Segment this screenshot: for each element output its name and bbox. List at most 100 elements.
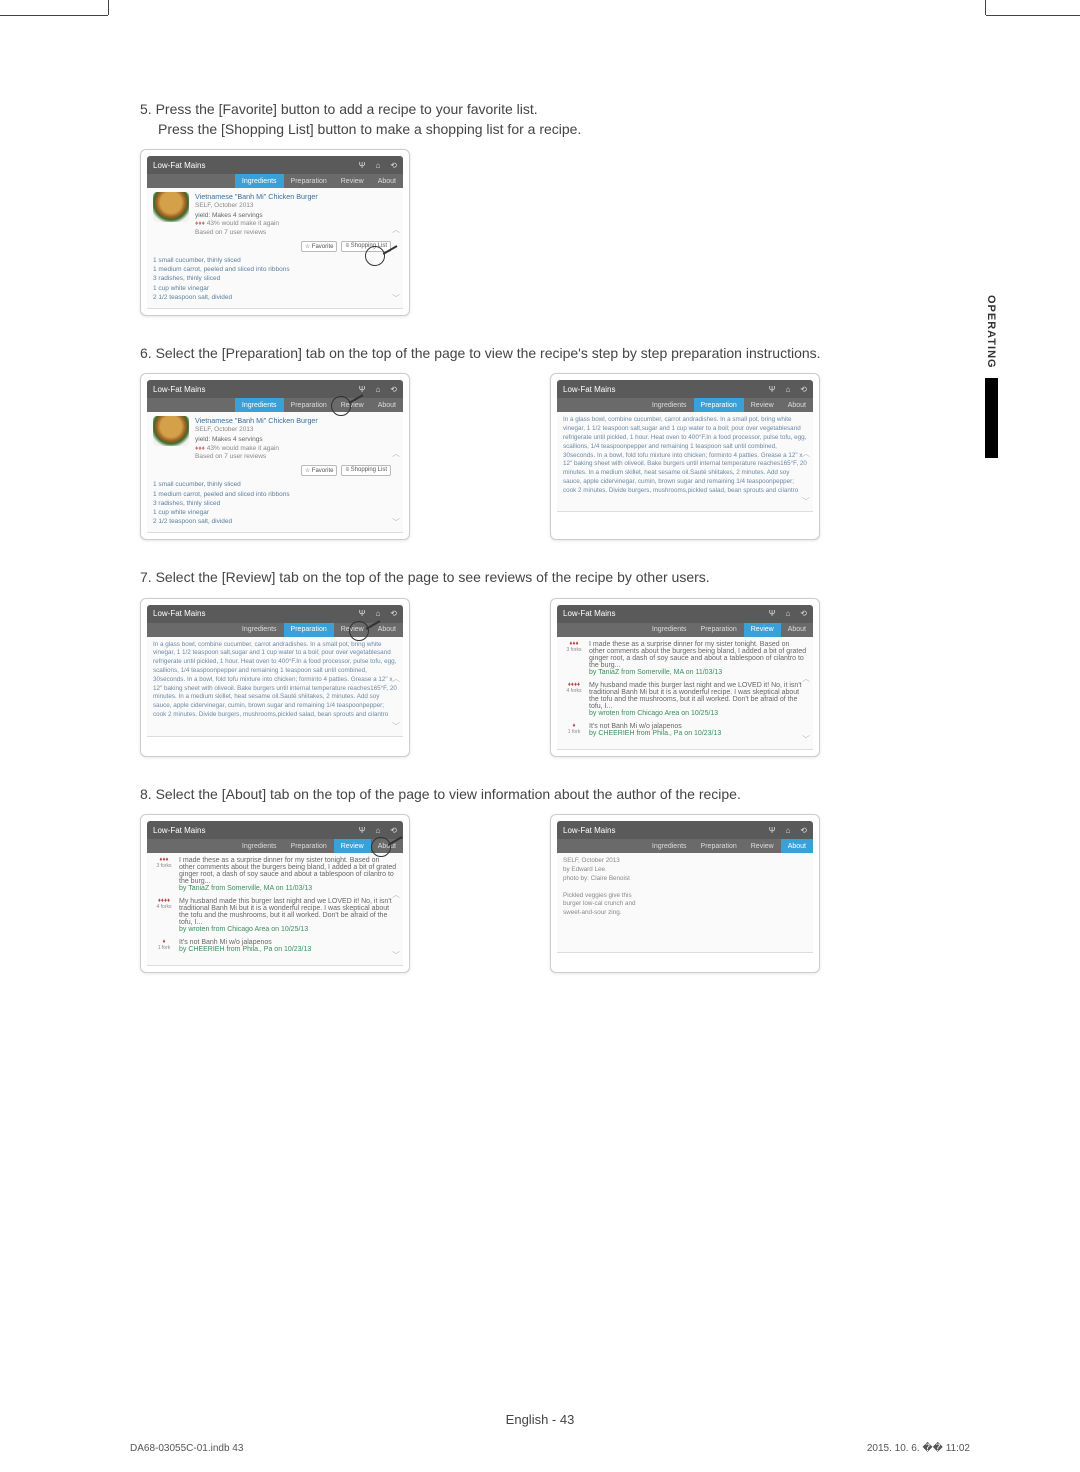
scroll-down-icon[interactable]: ﹀ <box>392 721 400 732</box>
back-icon[interactable]: ⟲ <box>390 385 397 394</box>
tab-preparation[interactable]: Preparation <box>284 398 334 412</box>
back-icon[interactable]: ⟲ <box>800 385 807 394</box>
screenshot-tabs: Ingredients Preparation Review About <box>147 839 403 853</box>
tab-ingredients[interactable]: Ingredients <box>235 623 284 637</box>
tab-about[interactable]: About <box>781 839 813 853</box>
scroll-down-icon[interactable]: ﹀ <box>392 517 400 528</box>
tab-review[interactable]: Review <box>744 839 781 853</box>
tab-ingredients[interactable]: Ingredients <box>645 398 694 412</box>
review-author: by CHEERIEH from Phila., Pa on 10/23/13 <box>179 946 397 953</box>
rating-label: 1 fork <box>563 729 585 735</box>
screenshot-body: SELF, October 2013 by Edward Lee photo b… <box>557 853 813 953</box>
favorite-button[interactable]: ☆ Favorite <box>301 465 338 476</box>
tab-about[interactable]: About <box>371 398 403 412</box>
scroll-up-icon[interactable]: ︿ <box>392 673 400 684</box>
review-text: My husband made this burger last night a… <box>589 682 807 710</box>
header-title: Low-Fat Mains <box>153 826 205 835</box>
tab-preparation[interactable]: Preparation <box>694 839 744 853</box>
scroll-up-icon[interactable]: ︿ <box>392 448 400 459</box>
back-icon[interactable]: ⟲ <box>800 609 807 618</box>
recipe-source: SELF, October 2013 <box>195 426 318 434</box>
tab-about[interactable]: About <box>781 623 813 637</box>
fork-icon[interactable]: Ψ <box>359 609 366 618</box>
scroll-up-icon[interactable]: ︿ <box>802 673 810 684</box>
scroll-up-icon[interactable]: ︿ <box>392 889 400 900</box>
scroll-down-icon[interactable]: ﹀ <box>392 950 400 961</box>
review-author: by CHEERIEH from Phila., Pa on 10/23/13 <box>589 730 807 737</box>
back-icon[interactable]: ⟲ <box>800 826 807 835</box>
fork-icon[interactable]: Ψ <box>769 385 776 394</box>
home-icon[interactable]: ⌂ <box>785 609 790 618</box>
tab-ingredients[interactable]: Ingredients <box>235 839 284 853</box>
header-title: Low-Fat Mains <box>153 385 205 394</box>
back-icon[interactable]: ⟲ <box>390 161 397 170</box>
fork-icon[interactable]: Ψ <box>769 609 776 618</box>
tab-preparation[interactable]: Preparation <box>284 623 334 637</box>
home-icon[interactable]: ⌂ <box>375 609 380 618</box>
tab-preparation[interactable]: Preparation <box>694 623 744 637</box>
recipe-title: Vietnamese "Banh Mi" Chicken Burger <box>195 192 318 201</box>
step-5: 5. Press the [Favorite] button to add a … <box>130 100 960 139</box>
recipe-title: Vietnamese "Banh Mi" Chicken Burger <box>195 416 318 425</box>
scroll-up-icon[interactable]: ︿ <box>802 448 810 459</box>
fork-icon[interactable]: Ψ <box>359 385 366 394</box>
review-author: by wroten from Chicago Area on 10/25/13 <box>179 926 397 933</box>
home-icon[interactable]: ⌂ <box>375 826 380 835</box>
fork-icon[interactable]: Ψ <box>359 161 366 170</box>
tab-about[interactable]: About <box>781 398 813 412</box>
favorite-button[interactable]: ☆ Favorite <box>301 241 338 252</box>
fork-icon[interactable]: Ψ <box>359 826 366 835</box>
tab-preparation[interactable]: Preparation <box>694 398 744 412</box>
tab-review[interactable]: Review <box>744 398 781 412</box>
review-item: ♦1 fork It's not Banh Mi w/o jalapenosby… <box>563 723 807 737</box>
tab-ingredients[interactable]: Ingredients <box>645 623 694 637</box>
tab-about[interactable]: About <box>371 174 403 188</box>
scroll-up-icon[interactable]: ︿ <box>392 224 400 235</box>
make-again: 43% would make it again <box>207 220 279 227</box>
header-title: Low-Fat Mains <box>153 609 205 618</box>
home-icon[interactable]: ⌂ <box>785 385 790 394</box>
tab-preparation[interactable]: Preparation <box>284 174 334 188</box>
scroll-down-icon[interactable]: ﹀ <box>392 293 400 304</box>
header-icons: Ψ ⌂ ⟲ <box>359 161 397 170</box>
side-tab-label: OPERATING <box>982 290 1000 374</box>
home-icon[interactable]: ⌂ <box>785 826 790 835</box>
step-7: 7. Select the [Review] tab on the top of… <box>130 568 960 588</box>
review-item: ♦♦♦♦4 forks My husband made this burger … <box>153 898 397 933</box>
tab-review[interactable]: Review <box>334 839 371 853</box>
screenshot-body: Vietnamese "Banh Mi" Chicken Burger SELF… <box>147 188 403 309</box>
header-icons: Ψ ⌂ ⟲ <box>359 385 397 394</box>
tab-ingredients[interactable]: Ingredients <box>645 839 694 853</box>
review-text: I made these as a surprise dinner for my… <box>179 857 397 885</box>
step-6-text: 6. Select the [Preparation] tab on the t… <box>140 345 821 361</box>
tab-about[interactable]: About <box>371 623 403 637</box>
side-tab-bar <box>985 378 998 458</box>
home-icon[interactable]: ⌂ <box>375 161 380 170</box>
about-desc-1: Pickled veggies give this <box>563 892 807 901</box>
tab-ingredients[interactable]: Ingredients <box>235 398 284 412</box>
screenshot-body: Vietnamese "Banh Mi" Chicken Burger SELF… <box>147 412 403 533</box>
about-desc-3: sweet-and-sour zing. <box>563 909 807 918</box>
scroll-down-icon[interactable]: ﹀ <box>802 734 810 745</box>
fork-icon[interactable]: Ψ <box>769 826 776 835</box>
back-icon[interactable]: ⟲ <box>390 609 397 618</box>
about-source: SELF, October 2013 <box>563 857 807 866</box>
home-icon[interactable]: ⌂ <box>375 385 380 394</box>
header-icons: Ψ ⌂ ⟲ <box>769 609 807 618</box>
tab-review[interactable]: Review <box>334 174 371 188</box>
header-title: Low-Fat Mains <box>563 826 615 835</box>
tab-ingredients[interactable]: Ingredients <box>235 174 284 188</box>
review-author: by TaniaZ from Somerville, MA on 11/03/1… <box>179 885 397 892</box>
recipe-image <box>153 192 189 222</box>
make-again: 43% would make it again <box>207 445 279 452</box>
recipe-source: SELF, October 2013 <box>195 202 318 210</box>
scroll-down-icon[interactable]: ﹀ <box>802 496 810 507</box>
screenshot-header: Low-Fat Mains Ψ ⌂ ⟲ <box>147 605 403 623</box>
tab-review[interactable]: Review <box>744 623 781 637</box>
rating-label: 3 forks <box>153 863 175 869</box>
tab-preparation[interactable]: Preparation <box>284 839 334 853</box>
header-icons: Ψ ⌂ ⟲ <box>769 826 807 835</box>
shopping-list-button[interactable]: ≡ Shopping List <box>341 465 391 476</box>
yield-label: yield: <box>195 436 210 443</box>
back-icon[interactable]: ⟲ <box>390 826 397 835</box>
